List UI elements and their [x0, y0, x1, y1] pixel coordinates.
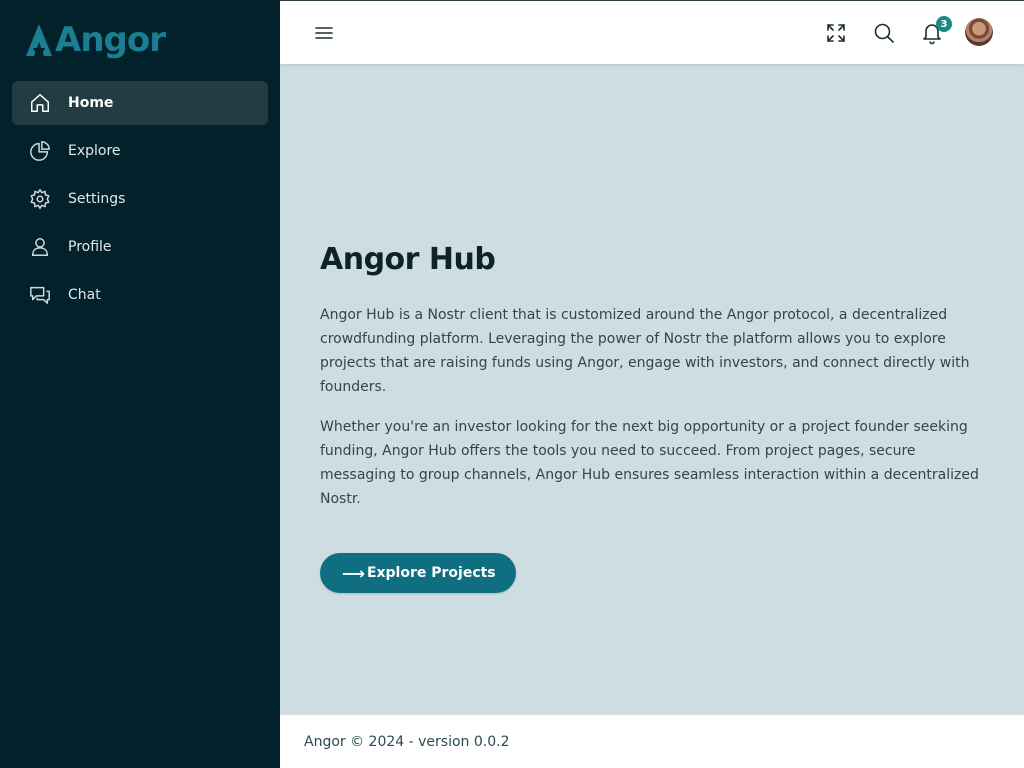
gear-icon: [28, 187, 52, 211]
sidebar-item-label: Chat: [68, 287, 101, 303]
home-icon: [28, 91, 52, 115]
sidebar-item-label: Profile: [68, 239, 112, 255]
sidebar-item-profile[interactable]: Profile: [12, 225, 268, 269]
sidebar-nav: Home Explore Settings Profile Chat: [12, 81, 268, 321]
chat-icon: [28, 283, 52, 307]
arrow-right-icon: ⟶: [342, 563, 365, 583]
footer: Angor © 2024 - version 0.0.2: [280, 714, 1024, 768]
page-title: Angor Hub: [320, 242, 496, 277]
brand-logo[interactable]: Angor: [24, 14, 166, 66]
secondary-paragraph: Whether you're an investor looking for t…: [320, 419, 979, 507]
top-bar: 3: [280, 0, 1024, 64]
sidebar-item-chat[interactable]: Chat: [12, 273, 268, 317]
explore-projects-label: Explore Projects: [366, 565, 496, 581]
sidebar-item-home[interactable]: Home: [12, 81, 268, 125]
sidebar: Angor Home Explore Settings Profile Chat: [0, 0, 280, 768]
sidebar-item-label: Home: [68, 95, 114, 111]
footer-text: Angor © 2024 - version 0.0.2: [304, 733, 510, 750]
notifications-badge: 3: [936, 16, 952, 32]
notifications-button[interactable]: 3: [916, 16, 952, 49]
fullscreen-button[interactable]: [820, 17, 852, 49]
angor-logo-icon: [26, 24, 52, 56]
sidebar-item-explore[interactable]: Explore: [12, 129, 268, 173]
expand-icon: [827, 24, 845, 42]
menu-toggle-button[interactable]: [308, 17, 340, 49]
user-icon: [28, 235, 52, 259]
avatar[interactable]: [965, 18, 993, 46]
hamburger-icon: [315, 27, 333, 39]
main-content: Angor Hub Angor Hub is a Nostr client th…: [280, 64, 1024, 714]
explore-projects-button[interactable]: ⟶ Explore Projects: [320, 553, 516, 593]
sidebar-item-label: Settings: [68, 191, 126, 207]
sidebar-item-settings[interactable]: Settings: [12, 177, 268, 221]
intro-paragraph: Angor Hub is a Nostr client that is cust…: [320, 307, 970, 395]
hero-section: Angor Hub Angor Hub is a Nostr client th…: [320, 242, 990, 593]
pie-chart-icon: [28, 139, 52, 163]
search-button[interactable]: [868, 17, 900, 49]
brand-name: Angor: [55, 20, 166, 60]
sidebar-item-label: Explore: [68, 143, 121, 159]
search-icon: [874, 23, 894, 43]
